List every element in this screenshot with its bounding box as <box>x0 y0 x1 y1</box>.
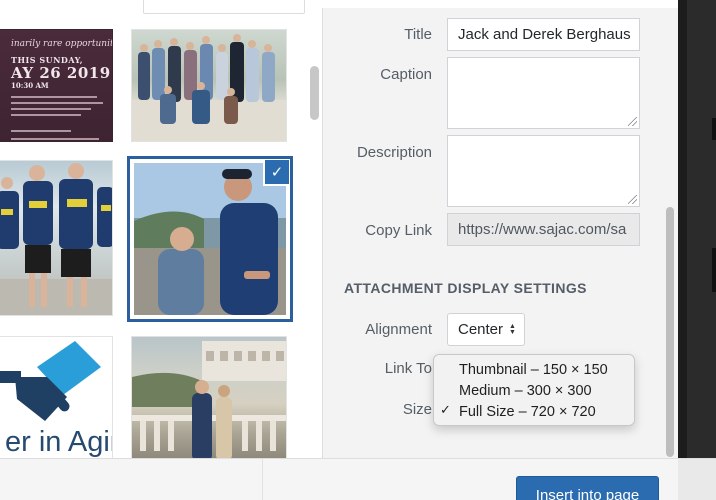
copy-link-value: https://www.sajac.com/sa <box>458 221 627 238</box>
media-grid: inarily rare opportunity! THIS SUNDAY, A… <box>0 0 322 458</box>
caption-label: Caption <box>380 66 432 83</box>
title-value: Jack and Derek Berghaus <box>458 26 631 43</box>
window-edge-mark <box>712 248 716 292</box>
grid-scrollbar-thumb[interactable] <box>310 66 319 120</box>
alignment-label: Alignment <box>365 321 432 338</box>
title-label: Title <box>404 26 432 43</box>
family-photo <box>132 34 286 141</box>
attachment-thumbnail-couple[interactable] <box>131 336 287 458</box>
alignment-select[interactable]: Center ▲ ▼ <box>447 313 525 346</box>
flyer-text-line <box>11 138 99 140</box>
link-to-label: Link To <box>384 360 432 377</box>
size-label: Size <box>402 401 432 418</box>
sidebar-scrollbar-thumb[interactable] <box>666 207 674 457</box>
title-field[interactable]: Jack and Derek Berghaus <box>447 18 640 51</box>
checkmark-icon[interactable]: ✓ <box>263 159 290 186</box>
resize-grip-icon[interactable] <box>628 195 637 204</box>
flyer-text-line <box>11 114 81 116</box>
search-input[interactable] <box>143 0 305 14</box>
couple-photo <box>132 341 286 458</box>
display-settings-heading: ATTACHMENT DISPLAY SETTINGS <box>344 280 587 296</box>
select-arrows-icon: ▲ ▼ <box>509 322 516 336</box>
caption-textarea[interactable] <box>447 57 640 129</box>
attachment-thumbnail-flyer[interactable]: inarily rare opportunity! THIS SUNDAY, A… <box>0 29 113 142</box>
attachment-thumbnail-selected[interactable]: ✓ <box>127 156 293 322</box>
team-photo <box>0 163 112 315</box>
description-textarea[interactable] <box>447 135 640 207</box>
attachment-thumbnail-team[interactable] <box>0 160 113 316</box>
copy-link-field[interactable]: https://www.sajac.com/sa <box>447 213 640 246</box>
window-edge-mark <box>712 118 716 140</box>
flyer-text: inarily rare opportunity! <box>11 39 113 49</box>
size-dropdown-menu: Thumbnail – 150 × 150 Medium – 300 × 300… <box>433 354 635 426</box>
resize-grip-icon[interactable] <box>628 117 637 126</box>
flyer-text-line <box>11 102 103 104</box>
size-option-thumbnail[interactable]: Thumbnail – 150 × 150 <box>434 359 634 380</box>
flyer-text-line <box>11 130 71 132</box>
flyer-text-line <box>11 96 97 98</box>
description-label: Description <box>356 144 432 161</box>
logo-text: er in Agin <box>5 426 112 458</box>
checkmark-icon: ✓ <box>440 403 451 418</box>
size-option-label: Full Size – 720 × 720 <box>459 403 596 420</box>
window-edge-stripe <box>678 0 687 458</box>
alignment-value: Center <box>458 321 504 338</box>
toolbar-edge <box>678 459 716 500</box>
size-option-label: Medium – 300 × 300 <box>459 382 592 399</box>
background-window-edge <box>678 0 716 458</box>
flyer-text: AY 26 2019 <box>11 64 111 82</box>
flyer-text: 10:30 AM <box>11 81 49 90</box>
size-option-label: Thumbnail – 150 × 150 <box>459 361 608 378</box>
toolbar-divider <box>262 459 263 500</box>
insert-into-page-button[interactable]: Insert into page <box>516 476 659 500</box>
copy-link-label: Copy Link <box>365 222 432 239</box>
size-option-full[interactable]: ✓ Full Size – 720 × 720 <box>434 401 634 422</box>
size-option-medium[interactable]: Medium – 300 × 300 <box>434 380 634 401</box>
attachment-thumbnail-family[interactable] <box>131 29 287 142</box>
flyer-text-line <box>11 108 91 110</box>
handshake-logo-icon <box>0 341 101 421</box>
attachment-thumbnail-logo[interactable]: er in Agin <box>0 336 113 458</box>
